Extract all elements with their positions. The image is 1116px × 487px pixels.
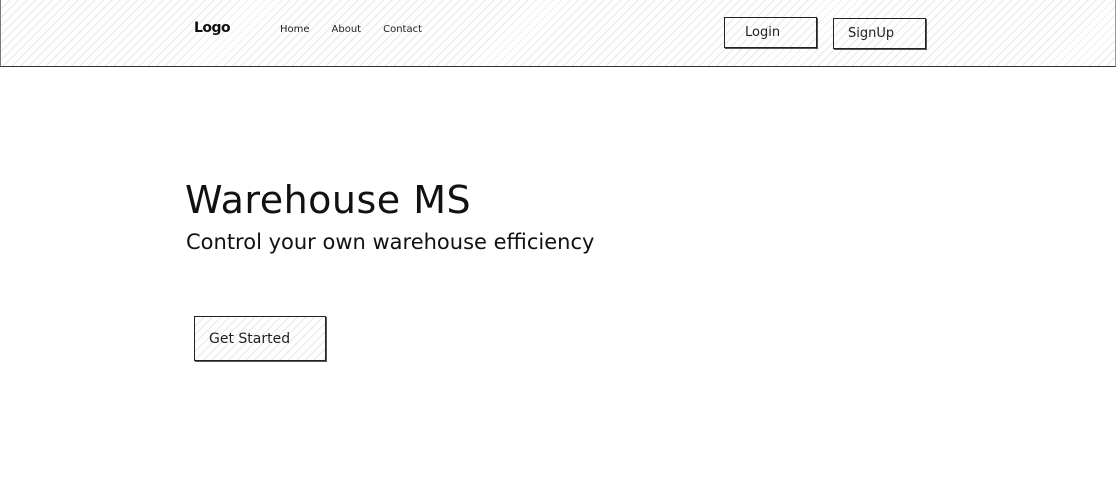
nav-link-contact[interactable]: Contact: [383, 24, 422, 35]
nav-link-home[interactable]: Home: [280, 24, 310, 35]
get-started-button[interactable]: Get Started: [194, 316, 326, 361]
logo[interactable]: Logo: [194, 20, 231, 36]
hero-title: Warehouse MS: [185, 178, 472, 222]
nav-links: Home About Contact: [280, 24, 422, 35]
signup-button[interactable]: SignUp: [833, 18, 926, 49]
hero-subtitle: Control your own warehouse efficiency: [186, 230, 595, 254]
login-button[interactable]: Login: [724, 17, 817, 48]
top-navbar: Logo Home About Contact Login SignUp: [0, 0, 1116, 67]
nav-link-about[interactable]: About: [332, 24, 362, 35]
